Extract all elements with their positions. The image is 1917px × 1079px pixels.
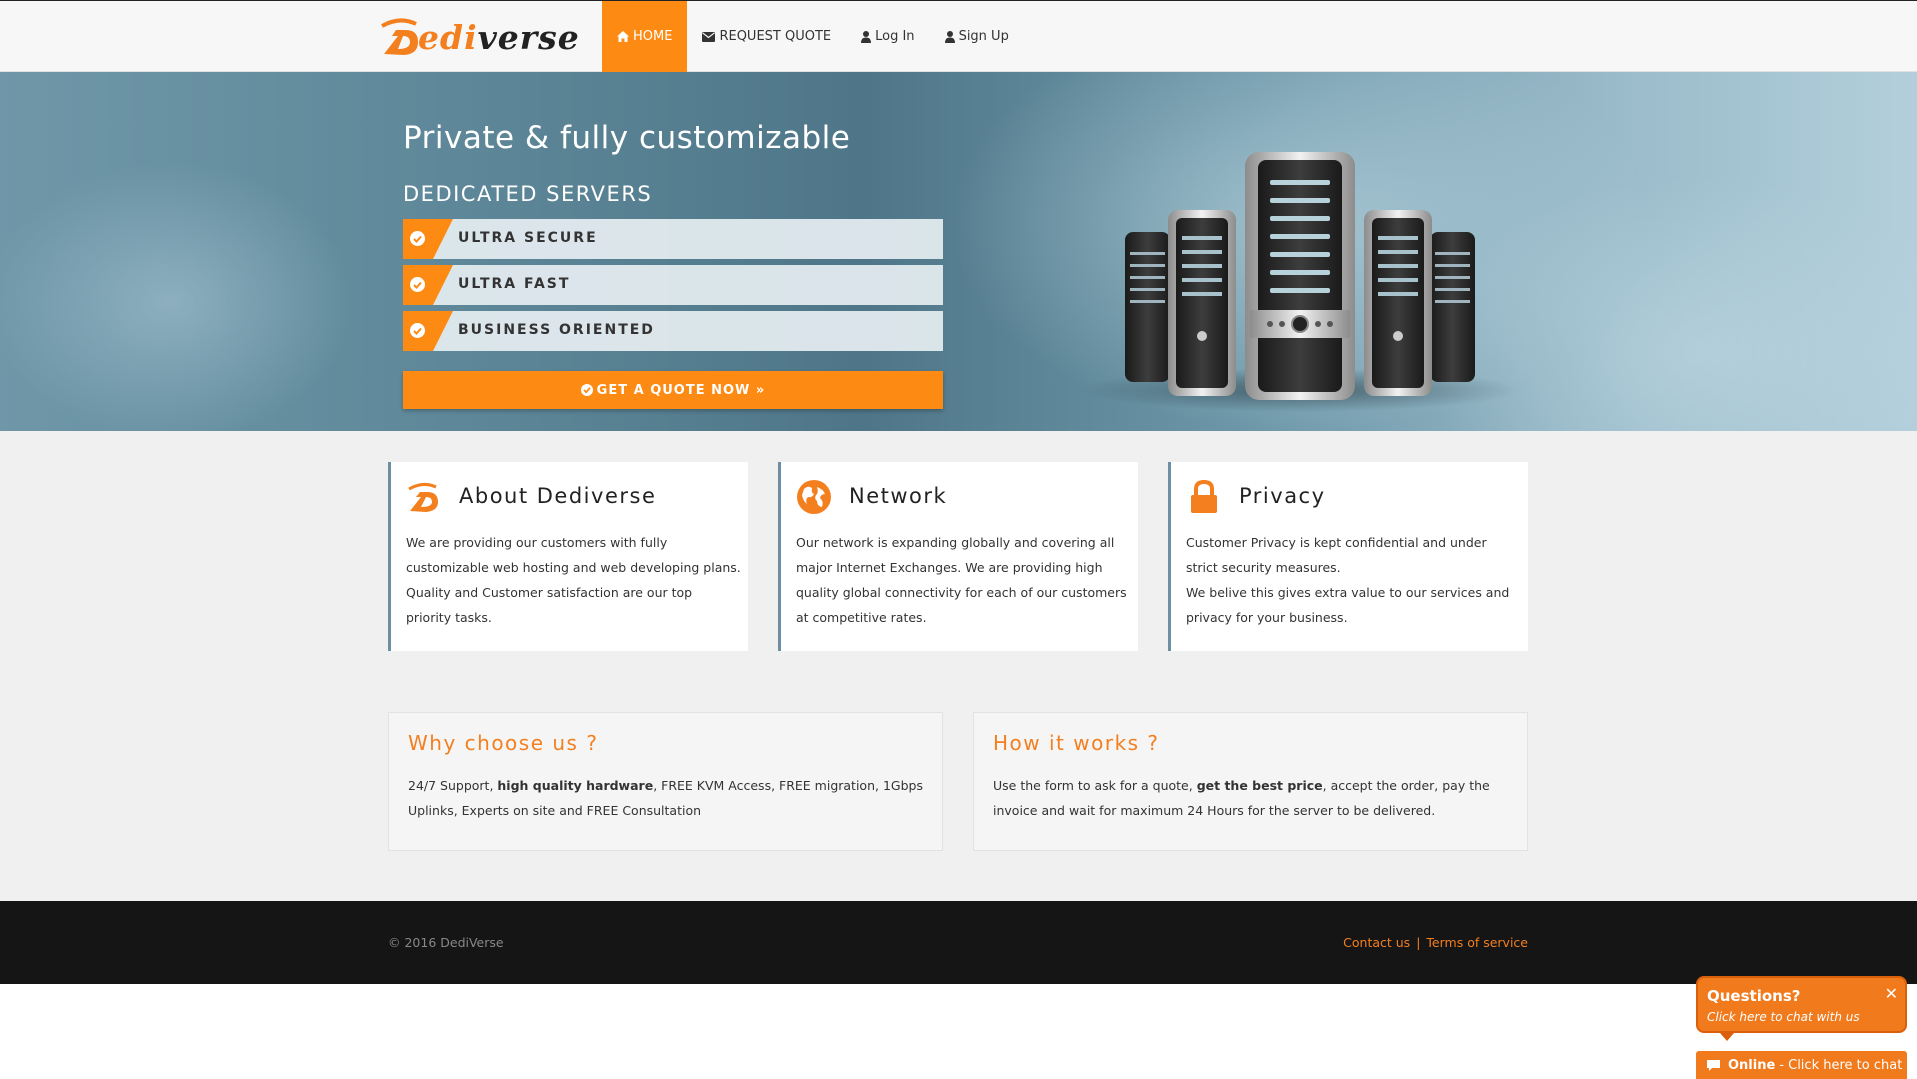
- copyright-text: © 2016 DediVerse: [388, 935, 504, 950]
- logo-text-verse: verse: [477, 17, 580, 57]
- hero-title: Private & fully customizable: [403, 120, 851, 156]
- privacy-card: Privacy Customer Privacy is kept confide…: [1168, 462, 1528, 651]
- hero-banner: Private & fully customizable DEDICATED S…: [0, 72, 1917, 431]
- privacy-body-line: Customer Privacy is kept confidential an…: [1186, 535, 1487, 575]
- user-icon: [944, 30, 955, 43]
- how-it-works-title: How it works ?: [993, 731, 1160, 755]
- feature-item: ULTRA SECURE: [403, 219, 943, 259]
- feature-item: ULTRA FAST: [403, 265, 943, 305]
- lock-icon: [1191, 479, 1217, 513]
- get-quote-label: GET A QUOTE NOW »: [596, 382, 766, 398]
- logo-text-edi: edi: [418, 17, 478, 57]
- footer: © 2016 DediVerse Contact us | Terms of s…: [0, 901, 1917, 984]
- why-choose-title: Why choose us ?: [408, 731, 599, 755]
- feature-item: BUSINESS ORIENTED: [403, 311, 943, 351]
- chat-invite-bubble[interactable]: Questions? Click here to chat with us ✕: [1696, 976, 1907, 1041]
- privacy-body: Customer Privacy is kept confidential an…: [1186, 530, 1521, 630]
- dediverse-logo-icon: [381, 18, 418, 55]
- terms-of-service-link[interactable]: Terms of service: [1426, 935, 1528, 950]
- network-card: Network Our network is expanding globall…: [778, 462, 1138, 651]
- chat-title: Questions?: [1707, 987, 1801, 1005]
- nav-sign-up[interactable]: Sign Up: [930, 1, 1024, 72]
- how-text: Use the form to ask for a quote,: [993, 778, 1197, 793]
- feature-label: BUSINESS ORIENTED: [458, 322, 655, 338]
- why-text-bold: high quality hardware: [497, 778, 654, 793]
- how-text-bold: get the best price: [1196, 778, 1323, 793]
- chat-close-icon[interactable]: ✕: [1885, 984, 1898, 1003]
- how-it-works-body: Use the form to ask for a quote, get the…: [993, 773, 1513, 823]
- why-choose-panel: Why choose us ? 24/7 Support, high quali…: [388, 712, 943, 851]
- nav-request-quote-label: REQUEST QUOTE: [719, 29, 832, 44]
- contact-us-link[interactable]: Contact us: [1343, 935, 1410, 950]
- chat-bubble-tail: [1720, 1033, 1734, 1041]
- feature-label: ULTRA FAST: [458, 276, 571, 292]
- privacy-title: Privacy: [1239, 484, 1326, 508]
- privacy-body-line: We belive this gives extra value to our …: [1186, 585, 1510, 625]
- check-circle-icon: [410, 231, 425, 246]
- check-circle-icon: [410, 277, 425, 292]
- feature-label: ULTRA SECURE: [458, 230, 598, 246]
- server-towers-image: [1080, 152, 1520, 412]
- main-nav: HOME REQUEST QUOTE Log In Sign Up: [602, 1, 1024, 72]
- check-circle-icon: [410, 323, 425, 338]
- home-icon: [617, 31, 629, 42]
- user-icon: [861, 30, 872, 43]
- network-body: Our network is expanding globally and co…: [796, 535, 1127, 625]
- why-text: 24/7 Support,: [408, 778, 498, 793]
- envelope-icon: [702, 31, 716, 42]
- nav-home-label: HOME: [633, 29, 673, 44]
- chat-subtitle: Click here to chat with us: [1707, 1010, 1860, 1024]
- content-section: About Dediverse We are providing our cus…: [0, 431, 1917, 901]
- hero-subtitle: DEDICATED SERVERS: [403, 182, 653, 206]
- how-it-works-panel: How it works ? Use the form to ask for a…: [973, 712, 1528, 851]
- dediverse-logo-icon: [408, 482, 438, 512]
- nav-home[interactable]: HOME: [602, 1, 688, 72]
- nav-request-quote[interactable]: REQUEST QUOTE: [687, 1, 846, 72]
- site-logo[interactable]: edi verse: [378, 11, 580, 63]
- network-title: Network: [849, 484, 948, 508]
- nav-log-in-label: Log In: [875, 29, 915, 44]
- footer-separator: |: [1416, 935, 1421, 950]
- chat-online-bar[interactable]: Online - Click here to chat: [1696, 1051, 1907, 1079]
- top-navbar: edi verse HOME REQUEST QUOTE Log In Sign …: [0, 0, 1917, 72]
- nav-sign-up-label: Sign Up: [958, 29, 1009, 44]
- check-circle-icon: [580, 384, 593, 396]
- about-body: We are providing our customers with full…: [406, 535, 741, 625]
- about-card: About Dediverse We are providing our cus…: [388, 462, 748, 651]
- get-quote-button[interactable]: GET A QUOTE NOW »: [403, 371, 943, 409]
- footer-links: Contact us | Terms of service: [1343, 935, 1528, 950]
- nav-log-in[interactable]: Log In: [846, 1, 929, 72]
- chat-bubble-icon: [1706, 1059, 1721, 1072]
- globe-icon: [797, 480, 831, 514]
- chat-online-label: Online: [1728, 1057, 1776, 1073]
- why-choose-body: 24/7 Support, high quality hardware, FRE…: [408, 773, 928, 823]
- about-title: About Dediverse: [459, 484, 657, 508]
- chat-online-text: - Click here to chat: [1779, 1057, 1903, 1073]
